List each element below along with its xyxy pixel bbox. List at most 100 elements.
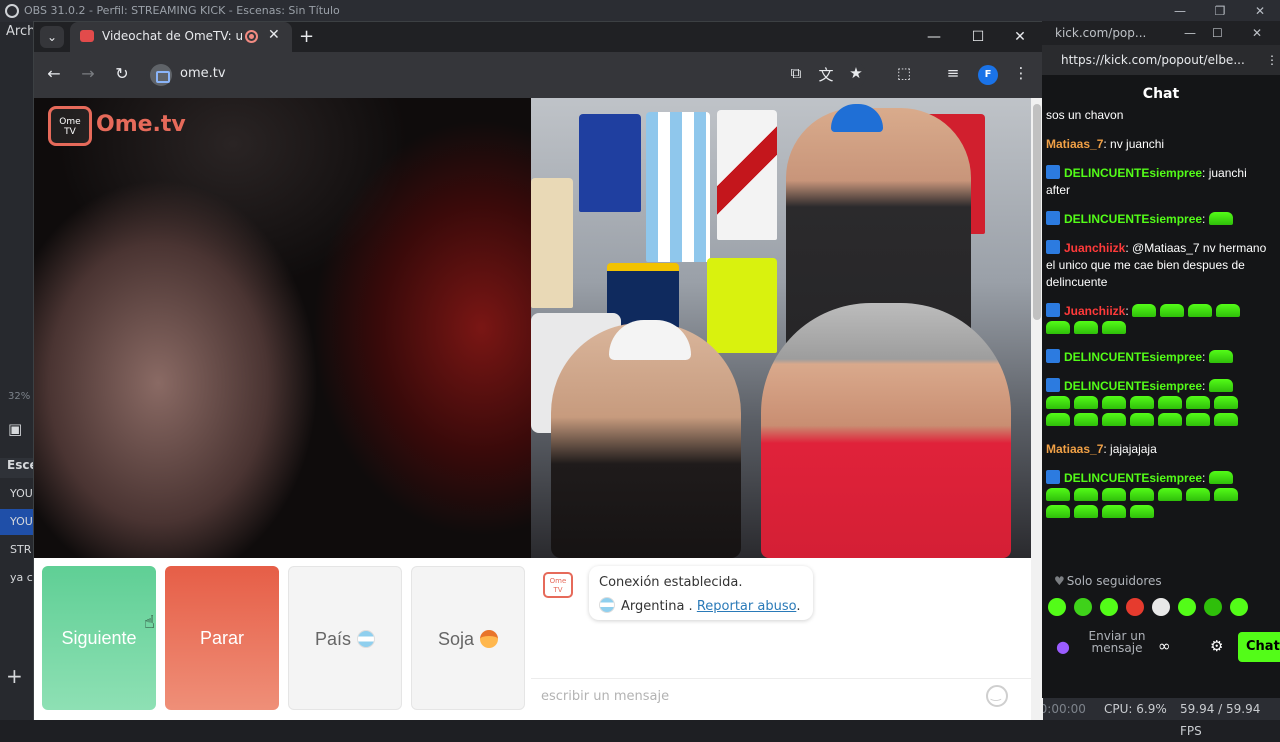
- gear-icon[interactable]: ⚙: [1210, 637, 1223, 655]
- address-bar[interactable]: ome.tv: [146, 61, 866, 89]
- bookmark-star-icon[interactable]: ★: [845, 64, 867, 82]
- emote-icon[interactable]: [1152, 598, 1170, 616]
- emote-icon[interactable]: [1126, 598, 1144, 616]
- chat-username[interactable]: DELINCUENTEsiempree: [1064, 471, 1202, 485]
- tab-title: Videochat de OmeTV: una a: [102, 29, 242, 43]
- emote-icon: [1102, 321, 1126, 334]
- close-icon[interactable]: ✕: [1240, 0, 1280, 22]
- chat-message: DELINCUENTEsiempree:: [1046, 349, 1268, 366]
- chat-username[interactable]: DELINCUENTEsiempree: [1064, 212, 1202, 226]
- add-scene-icon[interactable]: +: [6, 664, 23, 688]
- tab-search-icon[interactable]: ⌄: [40, 26, 64, 48]
- emote-icon[interactable]: [1178, 598, 1196, 616]
- chat-username[interactable]: Juanchiizk: [1064, 304, 1125, 318]
- kick-maximize-icon[interactable]: ☐: [1212, 21, 1223, 45]
- maximize-icon[interactable]: ❐: [1200, 0, 1240, 22]
- chat-message: sos un chavon: [1046, 107, 1268, 124]
- reload-icon[interactable]: ↻: [111, 64, 133, 83]
- obs-scene-item[interactable]: ya c: [0, 565, 34, 591]
- chat-username[interactable]: Matiaas_7: [1046, 137, 1103, 151]
- browser-close-icon[interactable]: ✕: [1000, 24, 1040, 50]
- emoji-icon[interactable]: [986, 685, 1008, 707]
- emote-icon: [1214, 488, 1238, 501]
- jersey-argentina: [646, 112, 710, 262]
- scrollbar-thumb[interactable]: [1033, 104, 1041, 320]
- chat-username[interactable]: DELINCUENTEsiempree: [1064, 166, 1202, 180]
- emote-icon[interactable]: [1074, 598, 1092, 616]
- infinity-icon[interactable]: ∞: [1158, 637, 1171, 655]
- emote-icon: [1214, 396, 1238, 409]
- emote-icon: [1158, 413, 1182, 426]
- emote-icon: [1158, 488, 1182, 501]
- microphone-icon[interactable]: ●: [1056, 637, 1070, 656]
- emote-icon[interactable]: [1048, 598, 1066, 616]
- emote-icon: [1074, 321, 1098, 334]
- kick-send-button[interactable]: Chat: [1238, 632, 1280, 662]
- recording-icon: [245, 30, 258, 43]
- install-app-icon[interactable]: ⧉: [785, 64, 807, 82]
- next-button[interactable]: Siguiente: [42, 566, 156, 710]
- obs-menu-file[interactable]: Arch: [6, 24, 35, 39]
- emote-icon: [1102, 505, 1126, 518]
- gender-button[interactable]: Soja: [411, 566, 525, 710]
- emote-icon: [1132, 304, 1157, 317]
- site-info-icon[interactable]: [150, 64, 172, 86]
- emote-icon: [1208, 212, 1233, 225]
- kick-url-bar[interactable]: https://kick.com/popout/elbe... ⋮: [1042, 45, 1280, 75]
- message-input[interactable]: escribir un mensaje: [531, 678, 1031, 718]
- emote-icon: [1130, 413, 1154, 426]
- chat-username[interactable]: DELINCUENTEsiempree: [1064, 350, 1202, 364]
- person-seated-front: [761, 303, 1011, 558]
- tab-ometv[interactable]: Videochat de OmeTV: una a ✕: [70, 22, 292, 52]
- chat-message: Matiaas_7: jajajajaja: [1046, 441, 1268, 458]
- chat-message: Juanchiizk: @Matiaas_7 nv hermano el uni…: [1046, 240, 1268, 291]
- menu-kebab-icon[interactable]: ⋮: [1010, 64, 1032, 82]
- message-placeholder: escribir un mensaje: [541, 689, 670, 704]
- kick-message-input[interactable]: Enviar un mensaje: [1082, 630, 1152, 666]
- moderator-badge-icon: [1046, 378, 1060, 392]
- browser-minimize-icon[interactable]: —: [914, 24, 954, 50]
- kick-compose-bar: ● Enviar un mensaje ∞ ⚙ Chat: [1042, 626, 1280, 670]
- profile-avatar[interactable]: F: [978, 65, 998, 85]
- chat-username[interactable]: Matiaas_7: [1046, 442, 1103, 456]
- kick-message-list[interactable]: sos un chavon Matiaas_7: nv juanchi DELI…: [1042, 107, 1272, 577]
- camera-icon[interactable]: ▣: [8, 420, 26, 438]
- emote-icon: [1046, 321, 1070, 334]
- emote-icon: [1216, 304, 1241, 317]
- forward-icon[interactable]: →: [77, 64, 99, 83]
- emote-icon: [1074, 488, 1098, 501]
- obs-scene-item[interactable]: YOU: [0, 481, 34, 507]
- country-button[interactable]: País: [288, 566, 402, 710]
- obs-scene-item[interactable]: STR: [0, 537, 34, 563]
- report-abuse-link[interactable]: Reportar abuso: [697, 599, 797, 614]
- emote-icon[interactable]: [1204, 598, 1222, 616]
- followers-only-notice: ♥ Solo seguidores: [1042, 574, 1280, 588]
- emote-icon[interactable]: [1100, 598, 1118, 616]
- obs-title-bar: OBS 31.0.2 - Perfil: STREAMING KICK - Es…: [0, 0, 1280, 22]
- chat-message-text: sos un chavon: [1046, 108, 1124, 122]
- minimize-icon[interactable]: —: [1160, 0, 1200, 22]
- stop-button[interactable]: Parar: [165, 566, 279, 710]
- tab-close-icon[interactable]: ✕: [268, 27, 280, 43]
- emote-icon: [1188, 304, 1213, 317]
- emote-icon: [1186, 396, 1210, 409]
- obs-zoom-level: 32%: [8, 391, 31, 402]
- chat-username[interactable]: Juanchiizk: [1064, 241, 1125, 255]
- new-tab-icon[interactable]: +: [299, 26, 314, 47]
- back-icon[interactable]: ←: [43, 64, 65, 83]
- emote-icon: [1046, 505, 1070, 518]
- browser-maximize-icon[interactable]: ☐: [958, 24, 998, 50]
- extensions-icon[interactable]: ⬚: [893, 64, 915, 82]
- kick-minimize-icon[interactable]: —: [1184, 21, 1196, 45]
- kick-close-icon[interactable]: ✕: [1252, 21, 1262, 45]
- emote-icon: [1160, 304, 1185, 317]
- chat-message-text: :: [1202, 379, 1206, 393]
- media-control-icon[interactable]: ≡: [942, 64, 964, 82]
- emote-icon: [1046, 413, 1070, 426]
- jersey-left: [531, 178, 573, 308]
- chat-username[interactable]: DELINCUENTEsiempree: [1064, 379, 1202, 393]
- obs-scene-item-selected[interactable]: YOU: [0, 509, 34, 535]
- emote-icon[interactable]: [1230, 598, 1248, 616]
- kick-menu-icon[interactable]: ⋮: [1266, 45, 1278, 75]
- translate-icon[interactable]: 文: [815, 64, 837, 85]
